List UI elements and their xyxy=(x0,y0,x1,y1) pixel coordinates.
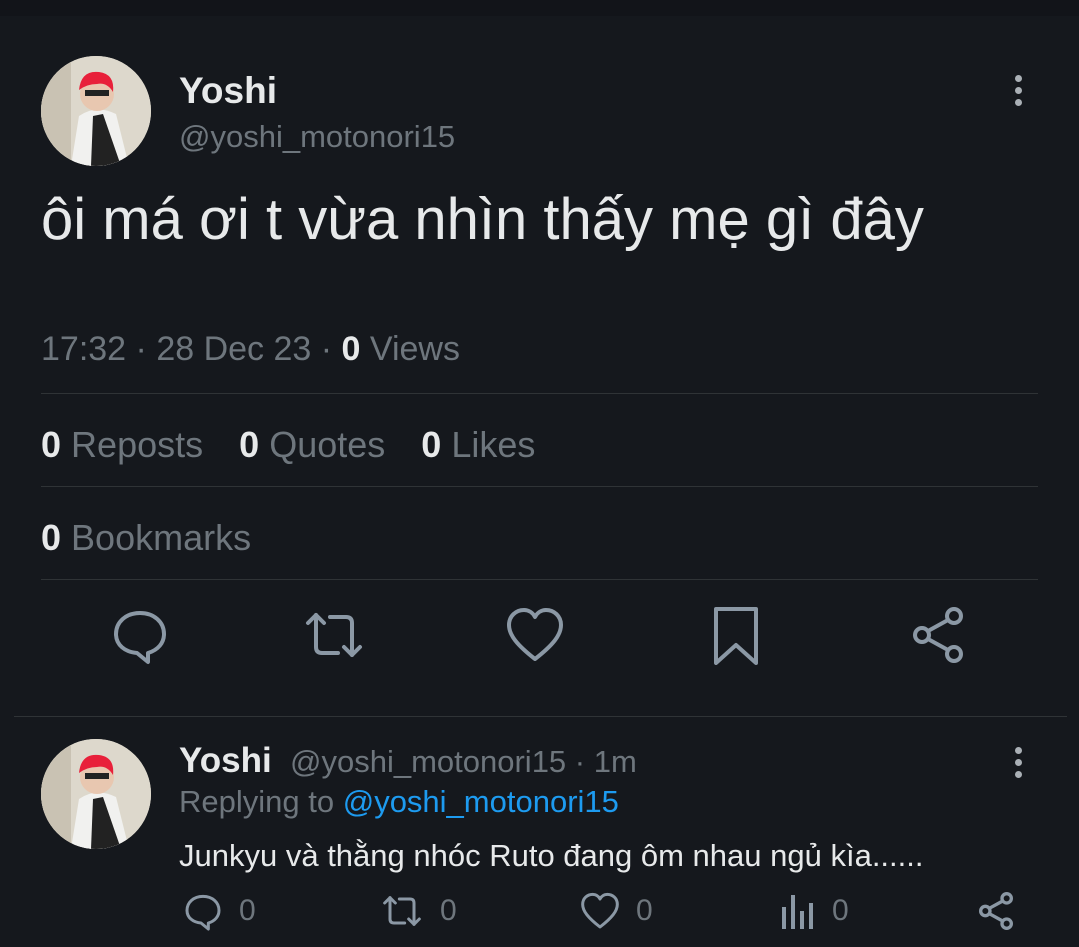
avatar-photo xyxy=(41,739,151,849)
reply-more-options-icon[interactable] xyxy=(1013,747,1023,781)
avatar[interactable] xyxy=(41,56,151,166)
reply-author-handle[interactable]: @yoshi_motonori15 xyxy=(290,744,566,779)
views-icon xyxy=(782,895,813,929)
replying-prefix: Replying to xyxy=(179,784,335,819)
reply-author-name[interactable]: Yoshi xyxy=(179,741,272,781)
reply-text: Junkyu và thằng nhóc Ruto đang ôm nhau n… xyxy=(179,838,924,873)
likes-count: 0 xyxy=(421,424,442,465)
views-label: Views xyxy=(369,330,460,368)
like-icon[interactable] xyxy=(505,605,565,665)
reply-like-action[interactable]: 0 xyxy=(580,890,653,932)
like-icon xyxy=(581,892,619,929)
tweet-time[interactable]: 17:32 xyxy=(41,330,126,368)
share-icon[interactable] xyxy=(908,605,968,665)
reply-icon xyxy=(185,894,221,931)
reply-views-action[interactable]: 0 xyxy=(780,890,849,932)
reply-icon[interactable] xyxy=(110,605,170,665)
quotes-label: Quotes xyxy=(269,424,386,465)
views-count: 0 xyxy=(341,330,361,368)
reply-repost-action[interactable]: 0 xyxy=(380,890,457,932)
more-options-icon[interactable] xyxy=(1013,75,1023,109)
tweet-date[interactable]: 28 Dec 23 xyxy=(156,330,311,368)
quotes-count: 0 xyxy=(239,424,260,465)
bookmarks-count: 0 xyxy=(41,517,62,558)
top-bar xyxy=(0,0,1079,16)
reply-author-meta: @yoshi_motonori15 · 1m xyxy=(290,744,637,779)
divider xyxy=(41,393,1038,394)
reply-time[interactable]: 1m xyxy=(594,744,637,779)
bookmarks-stat[interactable]: 0 Bookmarks xyxy=(41,517,251,559)
reply-likes-count: 0 xyxy=(636,894,653,927)
repost-icon xyxy=(383,896,421,926)
reposts-stat[interactable]: 0 Reposts xyxy=(41,424,203,465)
divider xyxy=(41,579,1038,580)
tweet-text: ôi má ơi t vừa nhìn thấy mẹ gì đây xyxy=(41,187,924,252)
reply-share-action[interactable] xyxy=(976,890,1016,932)
divider xyxy=(41,486,1038,487)
reposts-count: 0 xyxy=(41,424,62,465)
quotes-stat[interactable]: 0 Quotes xyxy=(239,424,385,465)
replying-to: Replying to @yoshi_motonori15 xyxy=(179,784,619,820)
likes-stat[interactable]: 0 Likes xyxy=(421,424,535,465)
repost-icon[interactable] xyxy=(304,605,364,665)
replying-to-link[interactable]: @yoshi_motonori15 xyxy=(343,784,619,819)
bookmark-icon[interactable] xyxy=(706,605,766,665)
author-name[interactable]: Yoshi xyxy=(179,70,277,112)
reply-replies-count: 0 xyxy=(239,894,256,927)
reply-views-count: 0 xyxy=(832,894,849,927)
share-icon xyxy=(979,892,1013,930)
engagement-stats: 0 Reposts 0 Quotes 0 Likes xyxy=(41,424,535,466)
bookmarks-label: Bookmarks xyxy=(71,517,252,558)
reply-reply-action[interactable]: 0 xyxy=(183,890,256,932)
author-handle[interactable]: @yoshi_motonori15 xyxy=(179,119,455,155)
tweet-meta: 17:32 · 28 Dec 23 · 0 Views xyxy=(41,330,460,368)
likes-label: Likes xyxy=(451,424,536,465)
reply-avatar[interactable] xyxy=(41,739,151,849)
reply-reposts-count: 0 xyxy=(440,894,457,927)
section-divider xyxy=(14,716,1067,717)
reposts-label: Reposts xyxy=(71,424,204,465)
avatar-photo xyxy=(41,56,151,166)
